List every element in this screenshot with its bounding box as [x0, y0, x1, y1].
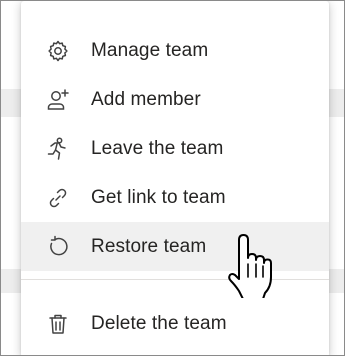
menu-item-leave-team[interactable]: Leave the team: [21, 124, 329, 173]
add-person-icon: [45, 87, 71, 113]
screenshot-frame: Manage team Add member Leave the team Ge…: [0, 0, 345, 356]
menu-item-label: Get link to team: [91, 186, 226, 208]
menu-item-delete-team[interactable]: Delete the team: [21, 299, 329, 348]
menu-item-get-link[interactable]: Get link to team: [21, 173, 329, 222]
menu-item-label: Delete the team: [91, 312, 227, 334]
menu-divider: [21, 279, 329, 280]
restore-icon: [45, 234, 71, 260]
menu-item-label: Restore team: [91, 235, 207, 257]
trash-icon: [45, 311, 71, 337]
menu-item-label: Add member: [91, 88, 201, 110]
link-icon: [45, 185, 71, 211]
menu-item-restore-team[interactable]: Restore team: [21, 222, 329, 271]
menu-item-add-member[interactable]: Add member: [21, 75, 329, 124]
menu-item-label: Leave the team: [91, 137, 224, 159]
running-person-icon: [45, 136, 71, 162]
menu-item-manage-team[interactable]: Manage team: [21, 26, 329, 75]
team-options-menu: Manage team Add member Leave the team Ge…: [21, 1, 329, 355]
menu-item-label: Manage team: [91, 39, 209, 61]
gear-icon: [45, 38, 71, 64]
hand-pointer-icon: [225, 232, 273, 300]
